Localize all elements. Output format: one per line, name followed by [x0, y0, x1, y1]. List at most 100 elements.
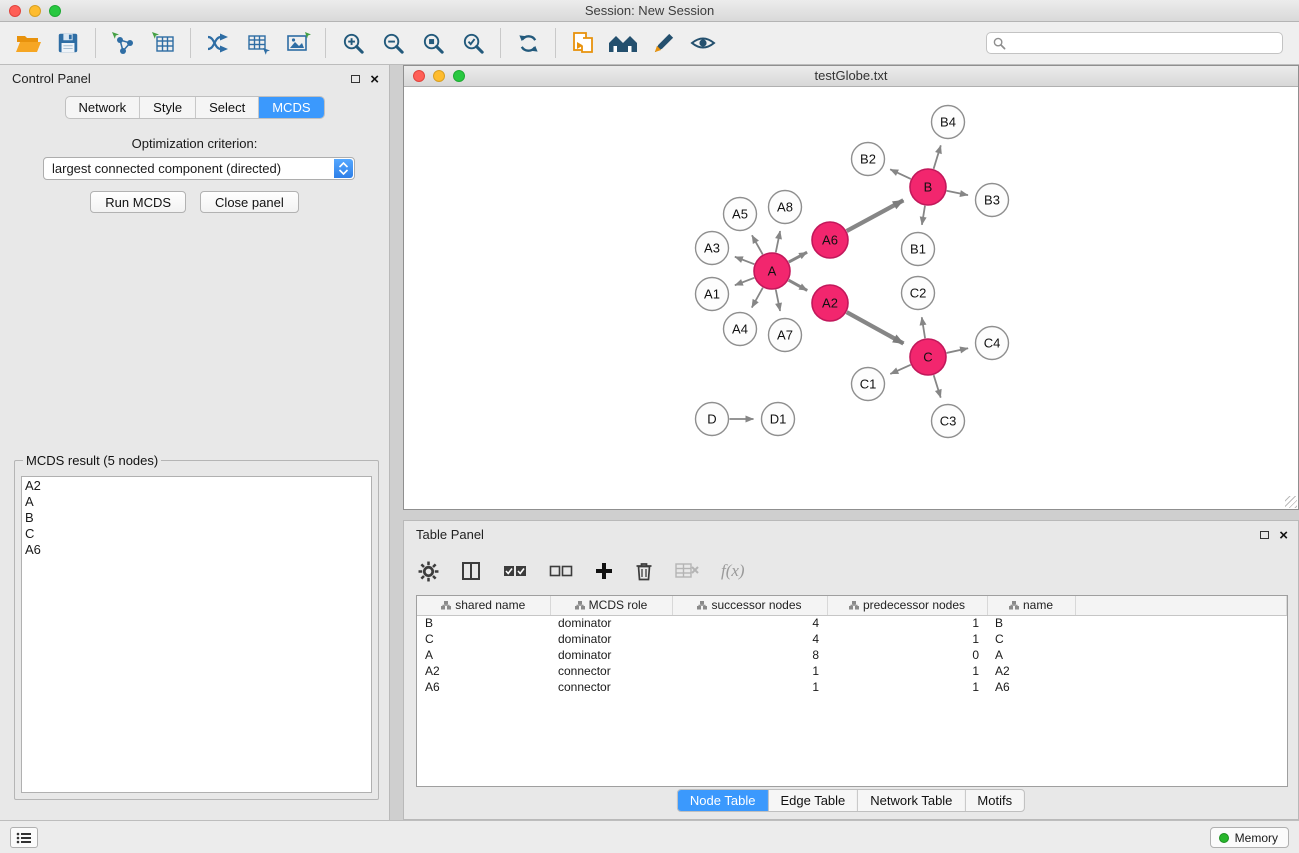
graph-edge-C-C2[interactable] — [922, 317, 925, 338]
table-row[interactable]: A2connector11A2 — [417, 663, 1287, 679]
graph-node-A8[interactable]: A8 — [769, 191, 802, 224]
table-row[interactable]: Bdominator41B — [417, 615, 1287, 631]
close-network-window-button[interactable] — [413, 70, 425, 82]
zoom-window-button[interactable] — [49, 5, 61, 17]
table-settings-button[interactable] — [418, 556, 439, 586]
run-mcds-button[interactable]: Run MCDS — [90, 191, 186, 213]
delete-table-button[interactable] — [675, 556, 699, 586]
graph-edge-B-B3[interactable] — [947, 191, 968, 195]
tab-network[interactable]: Network — [65, 97, 140, 118]
search-field[interactable] — [986, 32, 1283, 54]
graph-edge-C-C3[interactable] — [934, 375, 941, 397]
delete-row-button[interactable] — [635, 556, 653, 586]
graph-edge-A-A5[interactable] — [752, 235, 763, 254]
graph-node-A4[interactable]: A4 — [724, 313, 757, 346]
resize-handle[interactable] — [1285, 496, 1297, 508]
zoom-selected-button[interactable] — [453, 25, 493, 61]
close-window-button[interactable] — [9, 5, 21, 17]
result-item[interactable]: A — [25, 494, 368, 510]
table-row[interactable]: Adominator80A — [417, 647, 1287, 663]
column-header-shared-name[interactable]: shared name — [417, 596, 550, 615]
graph-edge-C-C4[interactable] — [947, 348, 969, 353]
tab-mcds[interactable]: MCDS — [259, 97, 323, 118]
minimize-network-window-button[interactable] — [433, 70, 445, 82]
graph-node-B3[interactable]: B3 — [976, 184, 1009, 217]
network-canvas[interactable]: B4B2BB3A5A8A6A3B1AA1C2A2A4A7CC4C1C3DD1 — [404, 87, 1298, 509]
export-image-button[interactable] — [278, 25, 318, 61]
minimize-window-button[interactable] — [29, 5, 41, 17]
graph-edge-A-A1[interactable] — [735, 278, 754, 285]
import-network-from-file-button[interactable] — [103, 25, 143, 61]
graph-node-C4[interactable]: C4 — [976, 327, 1009, 360]
graph-node-C2[interactable]: C2 — [902, 277, 935, 310]
paste-clipboard-button[interactable] — [563, 25, 603, 61]
tab-select[interactable]: Select — [196, 97, 259, 118]
graph-node-B2[interactable]: B2 — [852, 143, 885, 176]
result-item[interactable]: A6 — [25, 542, 368, 558]
tab-motifs[interactable]: Motifs — [965, 790, 1024, 811]
graph-edge-A2-C[interactable] — [847, 312, 904, 343]
graph-edge-B-B4[interactable] — [934, 145, 941, 168]
tab-edge-table[interactable]: Edge Table — [768, 790, 858, 811]
zoom-network-window-button[interactable] — [453, 70, 465, 82]
graph-node-B4[interactable]: B4 — [932, 106, 965, 139]
graph-node-A1[interactable]: A1 — [696, 278, 729, 311]
float-panel-icon[interactable] — [351, 75, 360, 83]
tab-network-table[interactable]: Network Table — [858, 790, 965, 811]
graph-node-A6[interactable]: A6 — [812, 222, 848, 258]
search-input[interactable] — [1010, 36, 1276, 50]
graph-node-B[interactable]: B — [910, 169, 946, 205]
graph-node-A[interactable]: A — [754, 253, 790, 289]
table-row[interactable]: Cdominator41C — [417, 631, 1287, 647]
table-row[interactable]: A6connector11A6 — [417, 679, 1287, 695]
graph-node-D[interactable]: D — [696, 403, 729, 436]
result-item[interactable]: B — [25, 510, 368, 526]
zoom-out-button[interactable] — [373, 25, 413, 61]
tab-node-table[interactable]: Node Table — [678, 790, 769, 811]
result-item[interactable]: A2 — [25, 478, 368, 494]
graph-edge-C-C1[interactable] — [890, 365, 910, 374]
column-header-successor-nodes[interactable]: successor nodes — [672, 596, 827, 615]
refresh-view-button[interactable] — [508, 25, 548, 61]
column-header-name[interactable]: name — [987, 596, 1075, 615]
graph-edge-A6-B[interactable] — [847, 200, 904, 231]
close-table-panel-icon[interactable]: × — [1279, 528, 1288, 543]
graph-edge-A-A7[interactable] — [776, 290, 780, 311]
close-panel-button[interactable]: Close panel — [200, 191, 299, 213]
graph-node-A7[interactable]: A7 — [769, 319, 802, 352]
column-header-mcds-role[interactable]: MCDS role — [550, 596, 672, 615]
graph-node-B1[interactable]: B1 — [902, 233, 935, 266]
graph-edge-A-A3[interactable] — [735, 257, 754, 264]
new-network-button[interactable] — [198, 25, 238, 61]
graph-edge-A-A6[interactable] — [789, 252, 807, 262]
graph-node-A3[interactable]: A3 — [696, 232, 729, 265]
close-panel-icon[interactable]: × — [370, 72, 379, 87]
column-visibility-button[interactable] — [461, 556, 481, 586]
import-table-from-file-button[interactable] — [143, 25, 183, 61]
zoom-in-button[interactable] — [333, 25, 373, 61]
float-table-panel-icon[interactable] — [1260, 531, 1269, 539]
select-all-button[interactable] — [503, 556, 527, 586]
graph-node-C1[interactable]: C1 — [852, 368, 885, 401]
home-networks-button[interactable] — [603, 25, 643, 61]
deselect-all-button[interactable] — [549, 556, 573, 586]
graph-edge-A-A2[interactable] — [789, 280, 808, 290]
result-item[interactable]: C — [25, 526, 368, 542]
graph-node-D1[interactable]: D1 — [762, 403, 795, 436]
memory-button[interactable]: Memory — [1210, 827, 1289, 848]
tab-style[interactable]: Style — [140, 97, 196, 118]
graph-edge-B-B2[interactable] — [890, 169, 911, 179]
add-row-button[interactable] — [595, 556, 613, 586]
criterion-dropdown[interactable]: largest connected component (directed) — [43, 157, 355, 180]
graph-node-C3[interactable]: C3 — [932, 405, 965, 438]
mcds-result-list[interactable]: A2ABCA6 — [21, 476, 372, 793]
graph-node-C[interactable]: C — [910, 339, 946, 375]
graph-edge-B-B1[interactable] — [922, 206, 925, 225]
apply-style-button[interactable] — [643, 25, 683, 61]
graph-edge-A-A8[interactable] — [776, 231, 780, 252]
graph-node-A2[interactable]: A2 — [812, 285, 848, 321]
new-network-table-button[interactable] — [238, 25, 278, 61]
open-file-button[interactable] — [8, 25, 48, 61]
show-hide-panel-button[interactable] — [683, 25, 723, 61]
task-history-button[interactable] — [10, 827, 38, 848]
